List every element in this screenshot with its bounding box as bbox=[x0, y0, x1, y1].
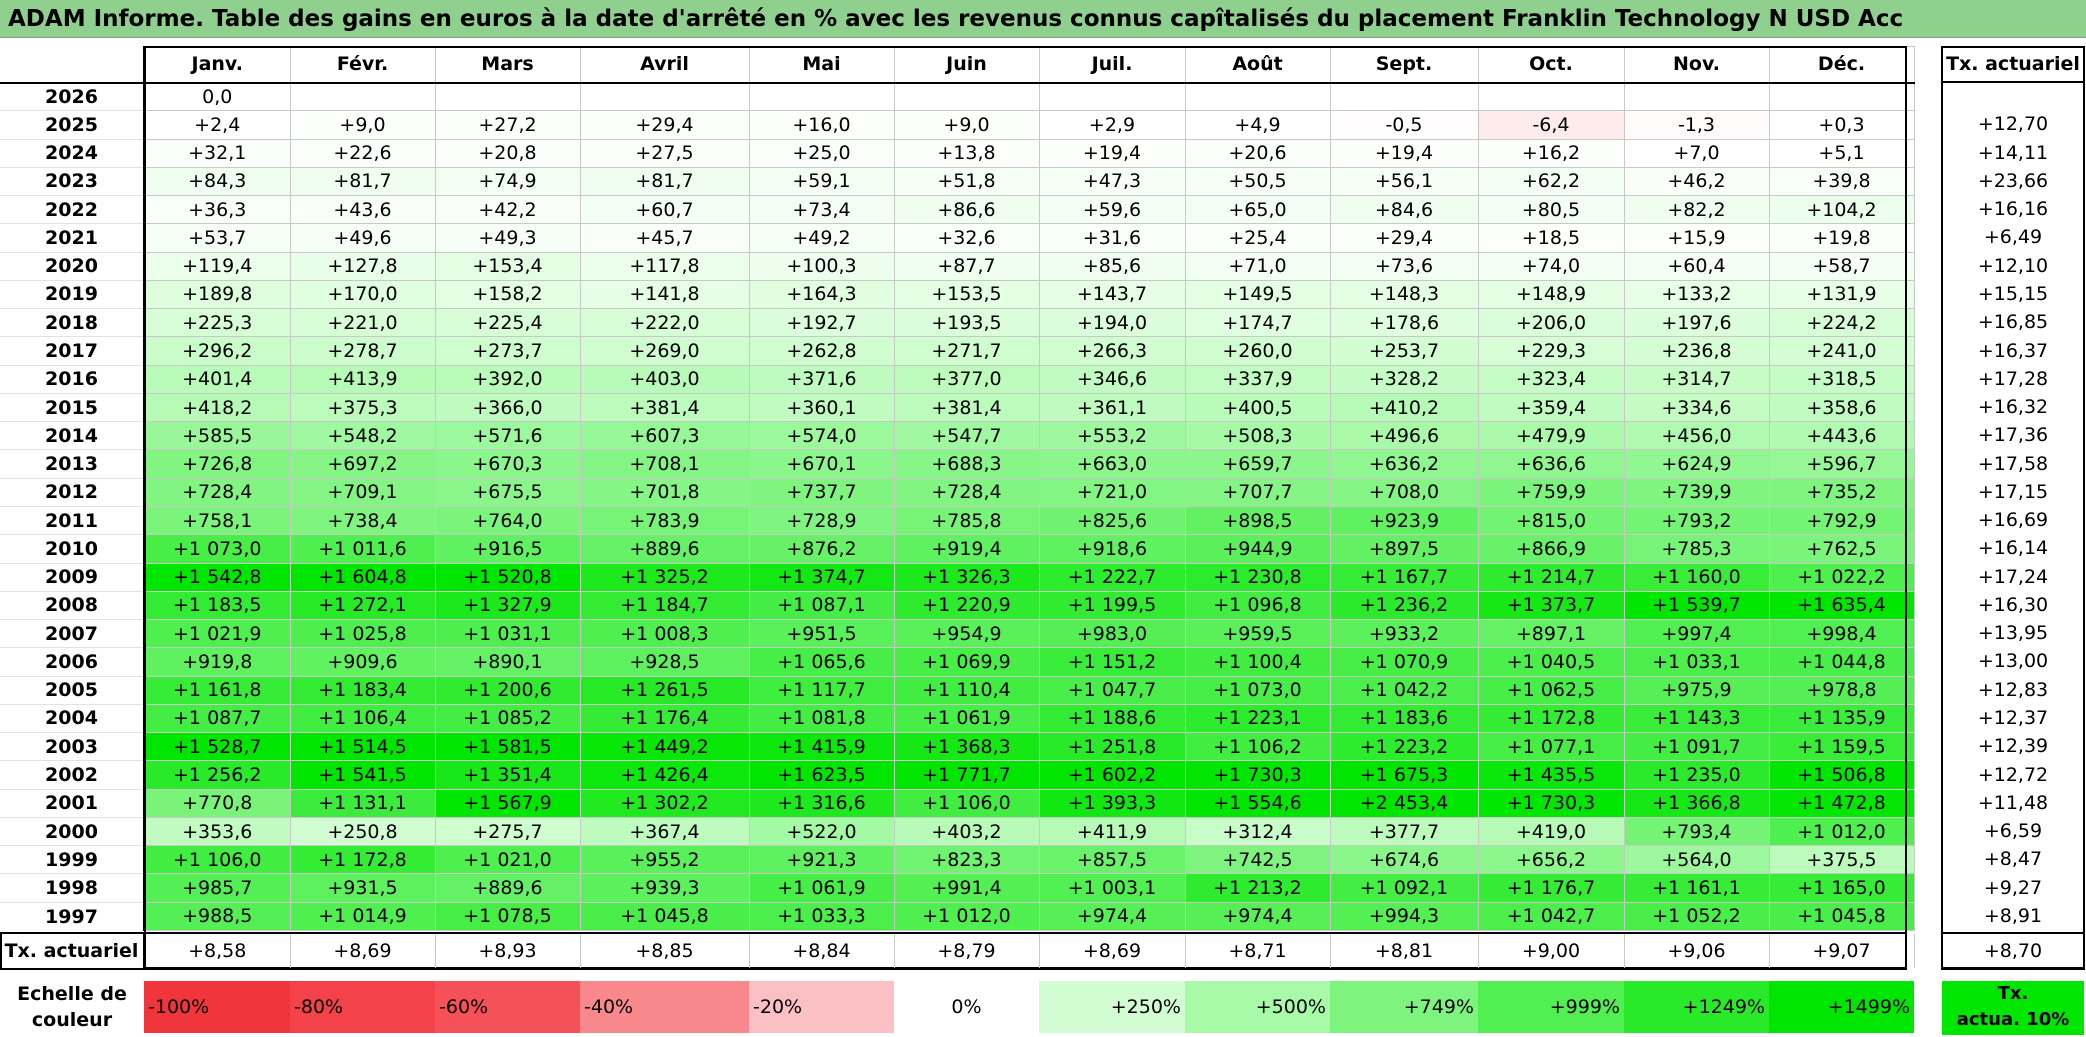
year-label: 2015 bbox=[0, 392, 145, 422]
color-scale-swatch: +999% bbox=[1478, 981, 1624, 1033]
year-label: 2003 bbox=[0, 732, 145, 761]
year-label: 2011 bbox=[0, 505, 145, 535]
year-label: 2002 bbox=[0, 760, 145, 790]
color-scale-label: Echelle de couleur bbox=[0, 981, 144, 1033]
year-label: 2019 bbox=[0, 279, 145, 309]
color-scale-swatch: +250% bbox=[1039, 981, 1185, 1033]
color-scale-label-line1: Echelle de bbox=[17, 983, 127, 1005]
year-label: 2018 bbox=[0, 308, 145, 337]
year-label: 2006 bbox=[0, 647, 145, 677]
year-label: 2025 bbox=[0, 110, 145, 140]
color-scale-swatch: -80% bbox=[290, 981, 435, 1033]
year-label: 2026 bbox=[0, 81, 145, 111]
year-label: 1998 bbox=[0, 873, 145, 903]
year-label: 2017 bbox=[0, 336, 145, 366]
color-scale-swatch: -100% bbox=[144, 981, 290, 1033]
color-scale-rate-line1: Tx. bbox=[1997, 983, 2029, 1004]
color-scale-rate-swatch: Tx. actua. 10% bbox=[1942, 981, 2084, 1035]
year-label: 2007 bbox=[0, 619, 145, 648]
year-label: 2004 bbox=[0, 703, 145, 733]
page-title: ADAM Informe. Table des gains en euros à… bbox=[0, 0, 2086, 38]
year-label: 2016 bbox=[0, 364, 145, 394]
color-scale-swatch: -60% bbox=[435, 981, 580, 1033]
color-scale-swatch: -20% bbox=[749, 981, 894, 1033]
year-label: 1997 bbox=[0, 901, 145, 931]
year-label: 1999 bbox=[0, 845, 145, 874]
color-scale-swatch: 0% bbox=[894, 981, 1039, 1033]
year-label: 2012 bbox=[0, 477, 145, 507]
color-scale-swatch: +500% bbox=[1185, 981, 1330, 1033]
year-label: 2009 bbox=[0, 562, 145, 592]
year-label: 2008 bbox=[0, 590, 145, 620]
year-label: 2024 bbox=[0, 138, 145, 168]
rate-row-frame bbox=[0, 932, 1907, 970]
year-label: 2023 bbox=[0, 166, 145, 196]
year-label: 2022 bbox=[0, 195, 145, 224]
year-label: 2001 bbox=[0, 788, 145, 818]
table-corner bbox=[0, 46, 145, 84]
year-label: 2020 bbox=[0, 251, 145, 281]
rate-total: +8,70 bbox=[1983, 940, 2043, 962]
year-label: 2013 bbox=[0, 449, 145, 479]
year-label: 2000 bbox=[0, 816, 145, 846]
color-scale-swatch: +749% bbox=[1330, 981, 1478, 1033]
year-label: 2010 bbox=[0, 534, 145, 564]
color-scale-swatch: +1249% bbox=[1624, 981, 1769, 1033]
color-scale-rate-line2: actua. 10% bbox=[1956, 1009, 2070, 1030]
year-label: 2014 bbox=[0, 421, 145, 450]
year-label: 2021 bbox=[0, 223, 145, 253]
rate-column-frame bbox=[1941, 46, 2085, 969]
gains-table-frame bbox=[144, 46, 1907, 969]
year-label: 2005 bbox=[0, 675, 145, 705]
color-scale-label-line2: couleur bbox=[31, 1009, 113, 1031]
color-scale-swatch: -40% bbox=[580, 981, 749, 1033]
color-scale-swatch: +1499% bbox=[1769, 981, 1914, 1033]
